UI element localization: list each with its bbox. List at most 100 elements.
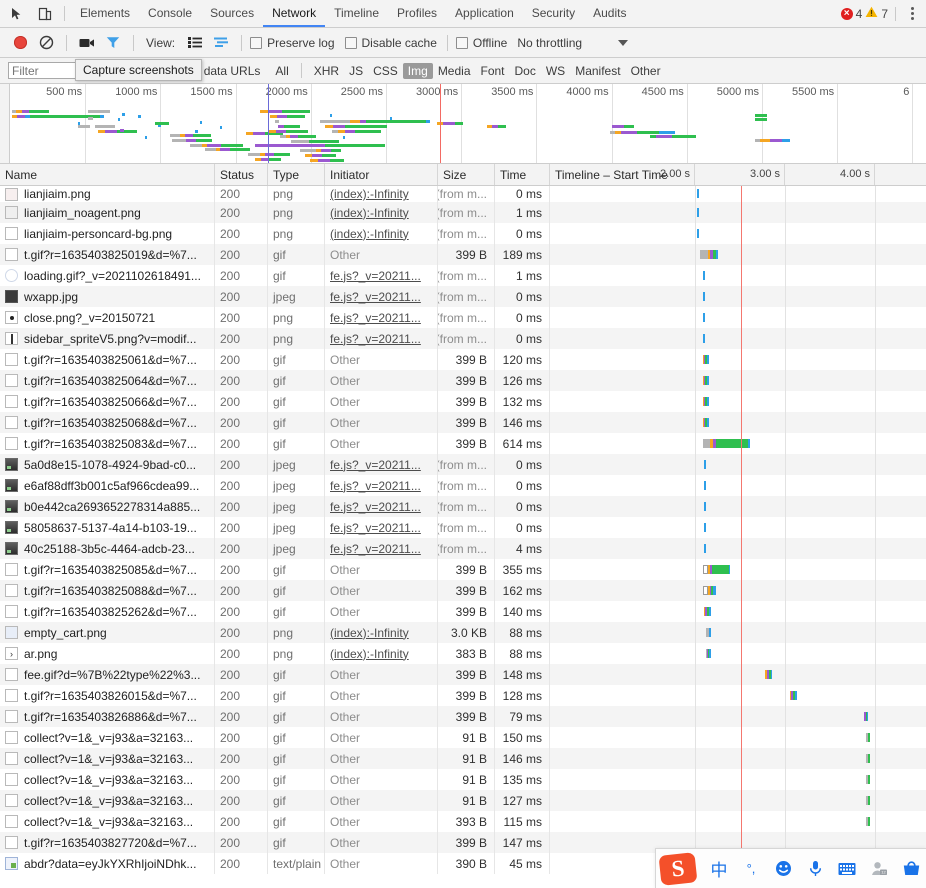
table-row[interactable]: t.gif?r=1635403825066&d=%7... 200 gif Other… xyxy=(0,391,926,412)
filter-type-doc[interactable]: Doc xyxy=(510,63,541,79)
capture-screenshots-icon[interactable] xyxy=(75,32,99,54)
cell-name[interactable]: 58058637-5137-4a14-b103-19... xyxy=(0,517,215,538)
cell-initiator-value[interactable]: fe.js?_v=20211... xyxy=(330,311,421,325)
tab-profiles[interactable]: Profiles xyxy=(388,0,446,27)
cell-name[interactable]: lianjiaim-personcard-bg.png xyxy=(0,223,215,244)
cell-initiator-value[interactable]: (index):-Infinity xyxy=(330,626,409,640)
cell-name[interactable]: t.gif?r=1635403825061&d=%7... xyxy=(0,349,215,370)
table-row[interactable]: collect?v=1&_v=j93&a=32163... 200 gif Other… xyxy=(0,769,926,790)
table-row[interactable]: lianjiaim.png 200 png (index):-Infinity (fro… xyxy=(0,186,926,202)
cell-name[interactable]: › ar.png xyxy=(0,643,215,664)
table-row[interactable]: t.gif?r=1635403825061&d=%7... 200 gif Other… xyxy=(0,349,926,370)
cell-initiator-value[interactable]: fe.js?_v=20211... xyxy=(330,521,421,535)
cell-name[interactable]: t.gif?r=1635403825083&d=%7... xyxy=(0,433,215,454)
punctuation-mode-icon[interactable]: °, xyxy=(740,861,762,876)
soft-keyboard-icon[interactable] xyxy=(836,862,858,876)
column-header-initiator[interactable]: Initiator xyxy=(325,164,438,185)
cell-name[interactable]: b0e442ca2693652278314a885... xyxy=(0,496,215,517)
cell-name[interactable]: collect?v=1&_v=j93&a=32163... xyxy=(0,769,215,790)
cell-name[interactable]: empty_cart.png xyxy=(0,622,215,643)
inspect-element-icon[interactable] xyxy=(8,5,26,23)
column-header-status[interactable]: Status xyxy=(215,164,268,185)
table-row[interactable]: lianjiaim-personcard-bg.png 200 png (index)… xyxy=(0,223,926,244)
table-row[interactable]: 58058637-5137-4a14-b103-19... 200 jpeg fe.j… xyxy=(0,517,926,538)
user-account-icon[interactable]: 12 xyxy=(868,861,890,876)
cell-name[interactable]: t.gif?r=1635403825068&d=%7... xyxy=(0,412,215,433)
filter-type-css[interactable]: CSS xyxy=(368,63,403,79)
device-toolbar-icon[interactable] xyxy=(36,5,54,23)
sogou-logo-icon[interactable]: S xyxy=(658,851,698,886)
table-row[interactable]: 5a0d8e15-1078-4924-9bad-c0... 200 jpeg fe.j… xyxy=(0,454,926,475)
cell-initiator-value[interactable]: (index):-Infinity xyxy=(330,647,409,661)
table-row[interactable]: empty_cart.png 200 png (index):-Infinity 3.0… xyxy=(0,622,926,643)
cell-name[interactable]: t.gif?r=1635403825019&d=%7... xyxy=(0,244,215,265)
throttling-select[interactable]: No throttling xyxy=(517,36,629,50)
filter-type-media[interactable]: Media xyxy=(433,63,476,79)
table-row[interactable]: collect?v=1&_v=j93&a=32163... 200 gif Other… xyxy=(0,727,926,748)
cell-initiator-value[interactable]: fe.js?_v=20211... xyxy=(330,479,421,493)
table-row[interactable]: t.gif?r=1635403825064&d=%7... 200 gif Other… xyxy=(0,370,926,391)
tab-audits[interactable]: Audits xyxy=(584,0,635,27)
cell-name[interactable]: lianjiaim_noagent.png xyxy=(0,202,215,223)
cell-name[interactable]: t.gif?r=1635403826015&d=%7... xyxy=(0,685,215,706)
table-row[interactable]: lianjiaim_noagent.png 200 png (index):-Infi… xyxy=(0,202,926,223)
table-row[interactable]: t.gif?r=1635403825088&d=%7... 200 gif Other… xyxy=(0,580,926,601)
filter-icon[interactable] xyxy=(101,32,125,54)
table-row[interactable]: b0e442ca2693652278314a885... 200 jpeg fe.js… xyxy=(0,496,926,517)
table-row[interactable]: t.gif?r=1635403826886&d=%7... 200 gif Other… xyxy=(0,706,926,727)
cell-initiator-value[interactable]: fe.js?_v=20211... xyxy=(330,500,421,514)
filter-type-xhr[interactable]: XHR xyxy=(309,63,344,79)
tab-sources[interactable]: Sources xyxy=(201,0,263,27)
cell-initiator-value[interactable]: (index):-Infinity xyxy=(330,227,409,241)
offline-checkbox[interactable]: Offline xyxy=(455,36,507,50)
emoji-icon[interactable] xyxy=(772,860,794,877)
warning-count[interactable]: 7 xyxy=(865,6,888,21)
voice-input-icon[interactable] xyxy=(804,860,826,877)
table-row[interactable]: t.gif?r=1635403825085&d=%7... 200 gif Other… xyxy=(0,559,926,580)
cell-initiator-value[interactable]: fe.js?_v=20211... xyxy=(330,332,421,346)
chinese-mode-icon[interactable]: 中 xyxy=(708,856,730,881)
cell-initiator-value[interactable]: fe.js?_v=20211... xyxy=(330,458,421,472)
table-row[interactable]: e6af88dff3b001c5af966cdea99... 200 jpeg fe.… xyxy=(0,475,926,496)
tab-elements[interactable]: Elements xyxy=(71,0,139,27)
table-row[interactable]: close.png?_v=20150721 200 png fe.js?_v=2021… xyxy=(0,307,926,328)
disable-cache-checkbox[interactable]: Disable cache xyxy=(344,36,437,50)
filter-type-manifest[interactable]: Manifest xyxy=(570,63,625,79)
cell-name[interactable]: t.gif?r=1635403825085&d=%7... xyxy=(0,559,215,580)
cell-initiator-value[interactable]: (index):-Infinity xyxy=(330,187,409,201)
cell-name[interactable]: sidebar_spriteV5.png?v=modif... xyxy=(0,328,215,349)
cell-initiator-value[interactable]: fe.js?_v=20211... xyxy=(330,542,421,556)
filter-input[interactable] xyxy=(8,62,76,79)
table-row[interactable]: t.gif?r=1635403825262&d=%7... 200 gif Other… xyxy=(0,601,926,622)
cell-name[interactable]: 40c25188-3b5c-4464-adcb-23... xyxy=(0,538,215,559)
table-row[interactable]: loading.gif?_v=2021102618491... 200 gif fe.… xyxy=(0,265,926,286)
cell-name[interactable]: loading.gif?_v=2021102618491... xyxy=(0,265,215,286)
table-row[interactable]: sidebar_spriteV5.png?v=modif... 200 png fe.… xyxy=(0,328,926,349)
cell-name[interactable]: abdr?data=eyJkYXRhIjoiNDhk... xyxy=(0,853,215,874)
column-header-time[interactable]: Time xyxy=(495,164,550,185)
preserve-log-checkbox[interactable]: Preserve log xyxy=(250,36,335,50)
column-header-name[interactable]: Name xyxy=(0,164,215,185)
table-row[interactable]: collect?v=1&_v=j93&a=32163... 200 gif Other… xyxy=(0,811,926,832)
cell-name[interactable]: wxapp.jpg xyxy=(0,286,215,307)
cell-name[interactable]: collect?v=1&_v=j93&a=32163... xyxy=(0,790,215,811)
table-row[interactable]: fee.gif?d=%7B%22type%22%3... 200 gif Other 3… xyxy=(0,664,926,685)
toolbox-icon[interactable] xyxy=(900,861,922,876)
waterfall-view-icon[interactable] xyxy=(209,32,233,54)
sogou-ime-toolbar[interactable]: S 中 °, 12 xyxy=(655,848,926,888)
record-button[interactable] xyxy=(8,32,32,54)
cell-initiator-value[interactable]: (index):-Infinity xyxy=(330,206,409,220)
tab-security[interactable]: Security xyxy=(523,0,584,27)
list-view-icon[interactable] xyxy=(183,32,207,54)
table-row[interactable]: t.gif?r=1635403825019&d=%7... 200 gif Other… xyxy=(0,244,926,265)
filter-type-all[interactable]: All xyxy=(270,63,293,79)
cell-name[interactable]: t.gif?r=1635403825088&d=%7... xyxy=(0,580,215,601)
cell-name[interactable]: 5a0d8e15-1078-4924-9bad-c0... xyxy=(0,454,215,475)
more-options-icon[interactable] xyxy=(903,7,920,20)
tab-network[interactable]: Network xyxy=(263,0,326,27)
cell-name[interactable]: collect?v=1&_v=j93&a=32163... xyxy=(0,748,215,769)
cell-name[interactable]: t.gif?r=1635403827720&d=%7... xyxy=(0,832,215,853)
filter-type-other[interactable]: Other xyxy=(626,63,666,79)
filter-type-font[interactable]: Font xyxy=(476,63,510,79)
table-row[interactable]: t.gif?r=1635403825068&d=%7... 200 gif Other… xyxy=(0,412,926,433)
